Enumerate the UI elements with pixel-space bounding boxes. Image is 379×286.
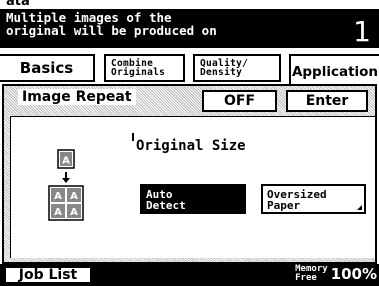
- top-fragment: ata: [6, 0, 30, 9]
- auto-detect-line-2: Detect: [146, 199, 186, 212]
- memory-value: 100%: [330, 265, 377, 283]
- svg-text:A: A: [70, 207, 78, 218]
- job-list-button[interactable]: Job List: [4, 266, 92, 284]
- original-size-label: Original Size: [136, 138, 246, 154]
- tab-application-label: Application: [291, 64, 379, 80]
- image-repeat-icon: A A A A A: [46, 148, 90, 224]
- message-bar: Multiple images of the original will be …: [0, 9, 379, 48]
- memory-indicator: Memory Free 100%: [295, 265, 377, 284]
- tab-application[interactable]: Application: [289, 54, 379, 88]
- oversized-paper-button[interactable]: Oversized Paper: [261, 184, 366, 214]
- section-marker: [132, 133, 134, 141]
- message-text: Multiple images of the original will be …: [6, 11, 217, 37]
- svg-text:A: A: [54, 191, 62, 202]
- tab-basics[interactable]: Basics: [0, 54, 95, 82]
- svg-text:A: A: [70, 191, 78, 202]
- state-indicator: OFF: [202, 90, 277, 112]
- svg-text:A: A: [62, 156, 70, 167]
- copy-count: 1: [353, 15, 371, 48]
- tab-combine-originals[interactable]: Combine Originals: [104, 54, 185, 82]
- message-line-2: original will be produced on: [6, 23, 217, 38]
- footer-bar: Job List Memory Free 100%: [0, 264, 379, 286]
- auto-detect-button[interactable]: Auto Detect: [140, 184, 246, 214]
- tab-combine-line-2: Originals: [111, 67, 166, 78]
- tab-quality-line-2: Density: [200, 67, 243, 78]
- tab-bar: Basics Combine Originals Quality/ Densit…: [0, 48, 379, 88]
- tab-basics-label: Basics: [19, 59, 74, 77]
- memory-label: Memory Free: [295, 265, 328, 283]
- function-title: Image Repeat: [18, 89, 136, 105]
- svg-text:A: A: [54, 207, 62, 218]
- enter-button[interactable]: Enter: [286, 90, 368, 112]
- memory-label-line-2: Free: [295, 273, 317, 283]
- tab-quality-density[interactable]: Quality/ Density: [193, 54, 281, 82]
- oversized-line-2: Paper: [267, 199, 301, 212]
- top-cropped-text: ata: [0, 0, 379, 9]
